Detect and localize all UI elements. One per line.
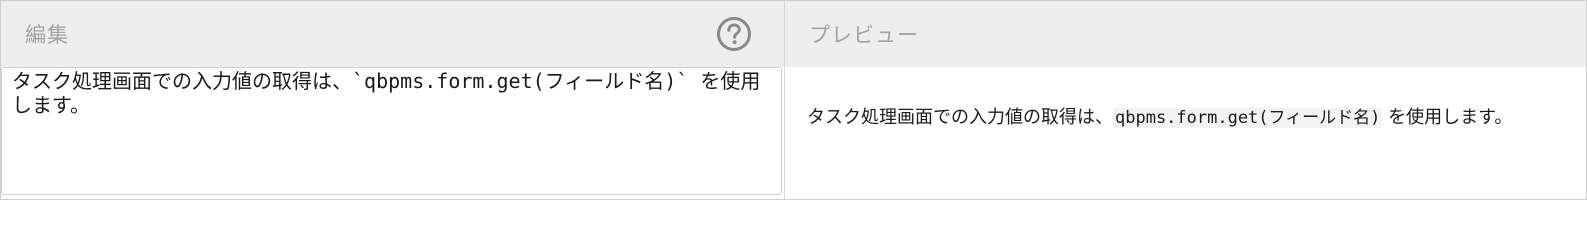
edit-pane-header: 編集 — [1, 1, 784, 67]
editor-wrap: タスク処理画面での入力値の取得は、`qbpms.form.get(フィールド名)… — [1, 67, 784, 199]
preview-text-after: を使用します。 — [1382, 107, 1513, 128]
help-button[interactable] — [716, 16, 752, 52]
markdown-textarea[interactable]: タスク処理画面での入力値の取得は、`qbpms.form.get(フィールド名)… — [1, 67, 782, 195]
preview-pane-header: プレビュー — [785, 1, 1586, 67]
question-circle-icon — [717, 17, 751, 51]
preview-pane: プレビュー タスク処理画面での入力値の取得は、 qbpms.form.get(フィ… — [785, 1, 1586, 199]
edit-pane-title: 編集 — [25, 23, 69, 47]
preview-content: タスク処理画面での入力値の取得は、 qbpms.form.get(フィールド名) … — [785, 67, 1586, 199]
edit-pane: 編集 タスク処理画面での入力値の取得は、`qbpms.form.get(フィール… — [1, 1, 785, 199]
preview-text-before: タスク処理画面での入力値の取得は、 — [807, 107, 1113, 128]
preview-inline-code: qbpms.form.get(フィールド名) — [1113, 108, 1383, 128]
preview-pane-title: プレビュー — [809, 23, 919, 47]
markdown-editor: 編集 タスク処理画面での入力値の取得は、`qbpms.form.get(フィール… — [0, 0, 1587, 200]
